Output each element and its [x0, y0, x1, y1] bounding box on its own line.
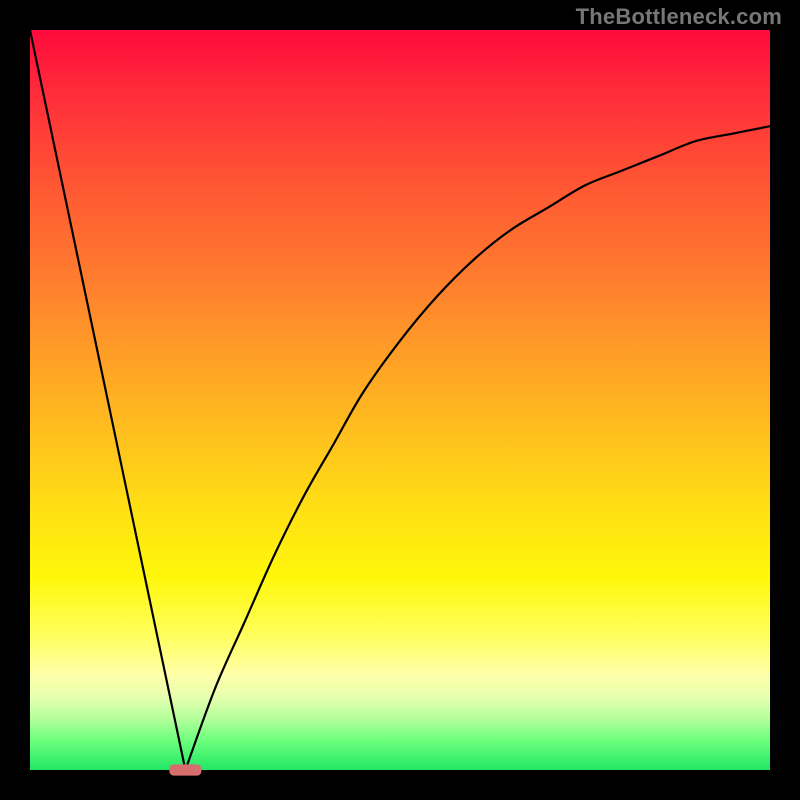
plot-area: [30, 30, 770, 770]
bottleneck-marker: [170, 765, 201, 775]
plot-svg: [30, 30, 770, 770]
curve-left-branch: [30, 30, 185, 770]
curve-right-branch: [185, 126, 770, 770]
chart-frame: TheBottleneck.com: [0, 0, 800, 800]
watermark-text: TheBottleneck.com: [576, 4, 782, 30]
